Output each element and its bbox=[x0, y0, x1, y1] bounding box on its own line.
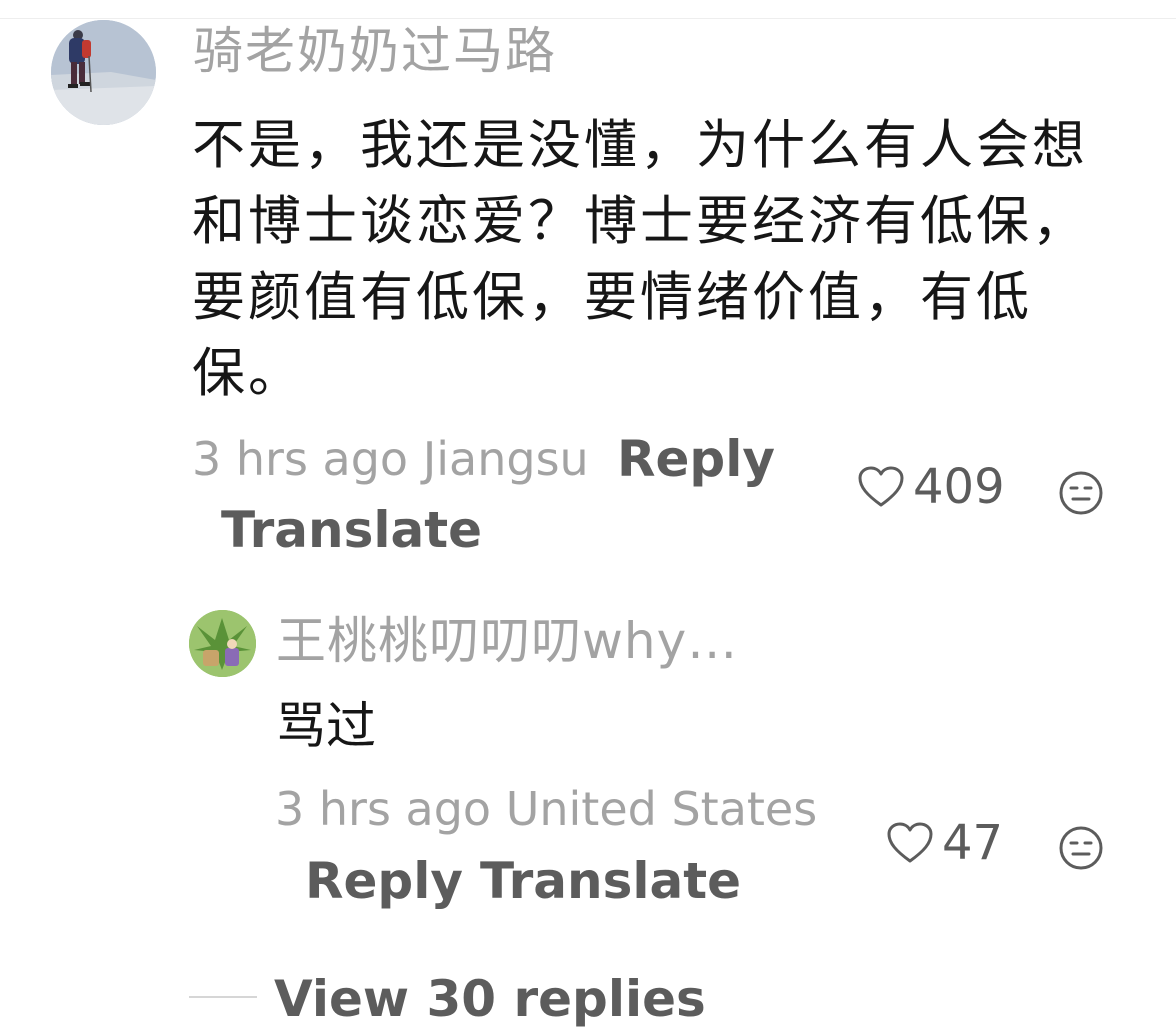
heart-outline-icon bbox=[887, 822, 933, 863]
like-count: 409 bbox=[913, 459, 1005, 515]
neutral-face-icon[interactable] bbox=[1058, 470, 1104, 516]
like-button[interactable]: 409 bbox=[857, 463, 1005, 511]
reply-like-count: 47 bbox=[942, 815, 1004, 871]
replier-username[interactable]: 王桃桃叨叨叨why… bbox=[276, 616, 738, 666]
reply-translate-button[interactable]: Translate bbox=[480, 856, 741, 906]
comment-meta: 3 hrs ago Jiangsu bbox=[192, 432, 589, 486]
comment-thread: 骑老奶奶过马路 不是，我还是没懂，为什么有人会想和博士谈恋爱？博士要经济有低保，… bbox=[0, 0, 1176, 1031]
reply-body: 骂过 bbox=[276, 697, 376, 755]
replier-avatar[interactable] bbox=[189, 610, 256, 677]
reply-button[interactable]: Reply bbox=[617, 434, 775, 484]
view-replies-button[interactable]: View 30 replies bbox=[274, 974, 706, 1024]
reply-like-button[interactable]: 47 bbox=[886, 819, 1003, 867]
top-divider bbox=[0, 18, 1176, 19]
commenter-avatar[interactable] bbox=[51, 20, 156, 125]
reply-meta: 3 hrs ago United States bbox=[275, 782, 818, 836]
neutral-face-icon[interactable] bbox=[1058, 825, 1104, 871]
commenter-username[interactable]: 骑老奶奶过马路 bbox=[193, 26, 557, 76]
translate-button[interactable]: Translate bbox=[221, 505, 482, 555]
heart-outline-icon bbox=[858, 466, 904, 507]
comment-body: 不是，我还是没懂，为什么有人会想和博士谈恋爱？博士要经济有低保，要颜值有低保，要… bbox=[192, 115, 1088, 404]
reply-to-reply-button[interactable]: Reply bbox=[305, 856, 463, 906]
view-replies-divider bbox=[189, 996, 257, 998]
